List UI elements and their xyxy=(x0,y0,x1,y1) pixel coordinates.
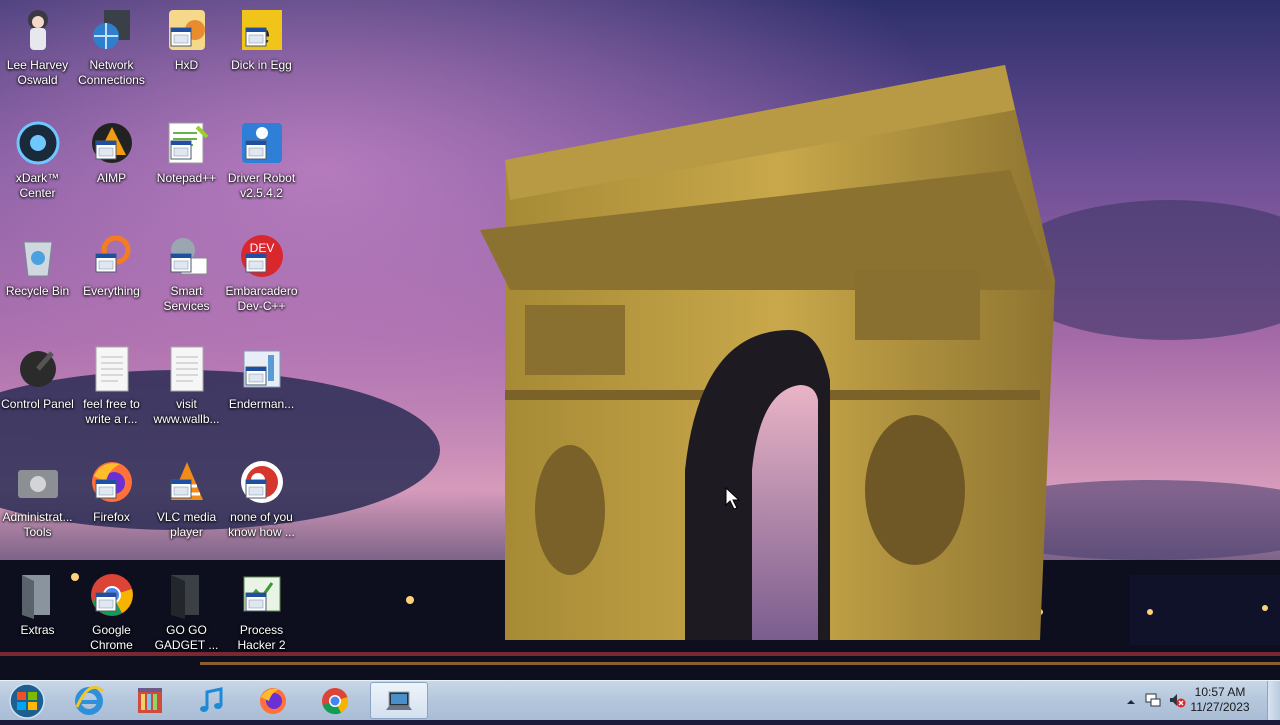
desktop-icon-label: Dick in Egg xyxy=(231,58,292,72)
process-hacker-icon xyxy=(238,571,286,619)
desktop-icon[interactable]: Network Connections xyxy=(74,0,149,112)
desktop-icon-label: Process Hacker 2 xyxy=(237,623,286,652)
desktop-icon-label: Lee Harvey Oswald xyxy=(6,58,69,87)
network-globe-icon xyxy=(88,6,136,54)
dev-cpp-icon: DEV xyxy=(238,232,286,280)
taskbar: 10:57 AM 11/27/2023 xyxy=(0,680,1280,720)
desktop-icon[interactable]: feel free to write a r... xyxy=(74,339,149,451)
desktop-icon-label: AIMP xyxy=(96,171,127,185)
desktop-icon[interactable]: Lee Harvey Oswald xyxy=(0,0,75,112)
desktop-icon-grid: Lee Harvey Oswald Network Connections HxD e… xyxy=(0,0,310,680)
desktop-icon[interactable]: Everything xyxy=(74,226,149,338)
anime-character-icon xyxy=(14,6,62,54)
chrome-icon xyxy=(88,571,136,619)
desktop-icon[interactable]: Firefox xyxy=(74,452,149,564)
smart-services-icon xyxy=(163,232,211,280)
desktop-icon[interactable]: Recycle Bin xyxy=(0,226,75,338)
desktop-icon-label: visit www.wallb... xyxy=(153,397,220,426)
library-icon[interactable] xyxy=(121,682,179,719)
desktop-icon-label: VLC media player xyxy=(156,510,217,539)
show-desktop-button[interactable] xyxy=(1267,681,1280,720)
desktop-icon[interactable]: Smart Services xyxy=(149,226,224,338)
desktop-icon[interactable]: HxD xyxy=(149,0,224,112)
desktop-icon[interactable]: Administrat... Tools xyxy=(0,452,75,564)
desktop-icon-label: Enderman... xyxy=(228,397,295,411)
desktop-icon-label: xDark™ Center xyxy=(15,171,60,200)
desktop-icon[interactable]: AIMP xyxy=(74,113,149,225)
desktop-icon-label: HxD xyxy=(174,58,199,72)
vlc-icon xyxy=(163,458,211,506)
desktop-icon-label: Firefox xyxy=(93,510,130,524)
network-icon[interactable] xyxy=(1144,691,1162,714)
desktop-icon[interactable]: GO GO GADGET ... xyxy=(149,565,224,677)
desktop-icon[interactable]: e Dick in Egg xyxy=(224,0,299,112)
chrome-icon[interactable] xyxy=(306,682,364,719)
firefox-icon[interactable] xyxy=(244,682,302,719)
app-window-icon xyxy=(238,345,286,393)
desktop-icon[interactable]: none of you know how ... xyxy=(224,452,299,564)
windows-start-orb-icon[interactable] xyxy=(4,682,50,720)
notepad-plus-plus-icon xyxy=(163,119,211,167)
desktop-icon[interactable]: visit www.wallb... xyxy=(149,339,224,451)
desktop-icon-label: Administrat... Tools xyxy=(2,510,73,539)
desktop-icon-label: none of you know how ... xyxy=(228,510,295,539)
everything-search-icon xyxy=(88,232,136,280)
chevron-up-icon[interactable] xyxy=(1126,694,1136,712)
app-e-icon: e xyxy=(238,6,286,54)
red-circle-app-icon xyxy=(238,458,286,506)
internet-explorer-icon[interactable] xyxy=(60,682,118,719)
recycle-bin-icon xyxy=(14,232,62,280)
system-tray: 10:57 AM 11/27/2023 xyxy=(1120,681,1280,721)
desktop-icon-label: Embarcadero Dev-C++ xyxy=(225,284,298,313)
desktop-icon-label: Recycle Bin xyxy=(5,284,70,298)
clock[interactable]: 10:57 AM 11/27/2023 xyxy=(1180,685,1260,715)
aimp-icon xyxy=(88,119,136,167)
desktop-icon-label: Driver Robot v2.5.4.2 xyxy=(227,171,296,200)
desktop-icon[interactable]: Google Chrome xyxy=(74,565,149,677)
desktop-icon[interactable]: Process Hacker 2 xyxy=(224,565,299,677)
desktop-icon-label: GO GO GADGET ... xyxy=(154,623,219,652)
desktop-icon[interactable]: Extras xyxy=(0,565,75,677)
text-document-icon xyxy=(88,345,136,393)
itunes-music-icon[interactable] xyxy=(182,682,240,719)
desktop-icon-label: Notepad++ xyxy=(156,171,217,185)
driver-robot-icon xyxy=(238,119,286,167)
desktop-icon[interactable]: DEV Embarcadero Dev-C++ xyxy=(224,226,299,338)
firefox-icon xyxy=(88,458,136,506)
text-document-icon xyxy=(163,345,211,393)
desktop-icon[interactable]: VLC media player xyxy=(149,452,224,564)
laptop-app-icon[interactable] xyxy=(370,682,428,719)
desktop-icon[interactable]: Driver Robot v2.5.4.2 xyxy=(224,113,299,225)
desktop-icon-label: Control Panel xyxy=(1,397,74,411)
clock-time: 10:57 AM xyxy=(1194,685,1246,699)
desktop-icon-label: feel free to write a r... xyxy=(83,397,140,426)
desktop-icon-label: Everything xyxy=(83,284,140,298)
folder-dark-icon xyxy=(163,571,211,619)
hex-editor-icon xyxy=(163,6,211,54)
desktop-icon[interactable]: xDark™ Center xyxy=(0,113,75,225)
desktop-icon-label: Extras xyxy=(20,623,55,637)
desktop-icon-label: Google Chrome xyxy=(90,623,133,652)
admin-tools-icon xyxy=(14,458,62,506)
control-panel-icon xyxy=(14,345,62,393)
xdark-center-icon xyxy=(14,119,62,167)
desktop-icon-label: Network Connections xyxy=(78,58,145,87)
desktop-icon-label: Smart Services xyxy=(163,284,210,313)
folder-icon xyxy=(14,571,62,619)
clock-date: 11/27/2023 xyxy=(1190,700,1250,714)
svg-text:DEV: DEV xyxy=(249,241,274,255)
desktop-icon[interactable]: Enderman... xyxy=(224,339,299,451)
desktop-icon[interactable]: Notepad++ xyxy=(149,113,224,225)
desktop-icon[interactable]: Control Panel xyxy=(0,339,75,451)
